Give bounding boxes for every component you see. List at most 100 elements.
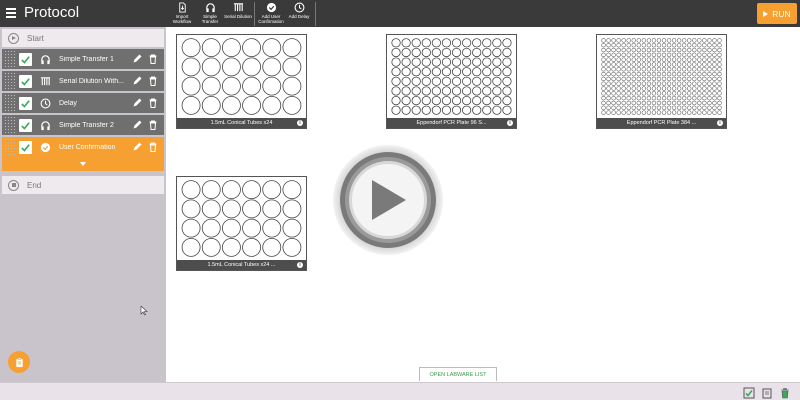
- step-serial-dilution[interactable]: Serial Dilution With...: [2, 71, 164, 91]
- well: [712, 52, 717, 58]
- well: [482, 95, 492, 106]
- labware-card[interactable]: Eppendorf PCR Plate 96 S... i: [386, 34, 517, 129]
- labware-card[interactable]: Eppendorf PCR Plate 384 ... i: [596, 34, 727, 129]
- well: [262, 199, 282, 219]
- add-delay-button[interactable]: Add Delay: [285, 0, 313, 27]
- well: [421, 67, 431, 77]
- trash-icon[interactable]: [148, 120, 158, 131]
- well: [681, 62, 687, 67]
- info-icon[interactable]: i: [297, 120, 303, 126]
- step-delay[interactable]: Delay: [2, 93, 164, 113]
- well: [282, 57, 302, 77]
- well: [282, 237, 302, 257]
- well: [646, 81, 652, 86]
- well: [707, 81, 712, 86]
- well: [431, 86, 441, 96]
- well: [717, 57, 722, 62]
- step-checkbox[interactable]: [19, 140, 32, 154]
- well: [431, 67, 441, 77]
- open-labware-list-button[interactable]: OPEN LABWARE LIST: [419, 367, 497, 381]
- well: [621, 110, 626, 115]
- validate-icon[interactable]: [743, 386, 755, 399]
- step-checkbox[interactable]: [19, 96, 32, 110]
- well: [606, 105, 611, 110]
- delete-icon[interactable]: [779, 386, 791, 399]
- well: [462, 57, 472, 67]
- edit-icon[interactable]: [132, 76, 142, 87]
- well: [651, 95, 657, 101]
- drag-handle-icon[interactable]: [3, 137, 15, 157]
- menu-icon[interactable]: [6, 8, 16, 18]
- labware-card[interactable]: 1.5mL Conical Tubes x24 i: [176, 34, 307, 129]
- step-user-confirmation[interactable]: User Confirmation: [2, 137, 164, 157]
- well: [621, 81, 626, 86]
- trash-icon[interactable]: [148, 54, 158, 65]
- well: [391, 95, 401, 106]
- drag-handle-icon[interactable]: [3, 49, 15, 69]
- well: [702, 105, 707, 110]
- well: [712, 47, 717, 53]
- step-checkbox[interactable]: [19, 74, 32, 88]
- well: [681, 57, 687, 62]
- copy-icon[interactable]: [761, 386, 773, 399]
- well: [671, 52, 677, 58]
- well: [502, 105, 512, 115]
- simple-transfer-button[interactable]: Simple Transfer: [196, 0, 224, 27]
- well: [621, 62, 626, 67]
- import-workflow-button[interactable]: Import Workflow: [168, 0, 196, 27]
- step-checkbox[interactable]: [19, 52, 32, 66]
- add-user-confirmation-button[interactable]: Add User Confirmation: [257, 0, 285, 27]
- well: [411, 76, 421, 86]
- trash-icon[interactable]: [148, 98, 158, 109]
- info-icon[interactable]: i: [507, 120, 513, 126]
- well: [702, 62, 707, 67]
- info-icon[interactable]: i: [297, 262, 303, 268]
- well: [676, 62, 682, 67]
- trash-icon[interactable]: [148, 142, 158, 153]
- end-node[interactable]: End: [2, 176, 164, 194]
- drag-handle-icon[interactable]: [3, 93, 15, 113]
- well: [697, 52, 702, 58]
- edit-icon[interactable]: [132, 120, 142, 131]
- well: [656, 91, 662, 96]
- well: [181, 57, 201, 77]
- well: [606, 57, 611, 62]
- well: [626, 47, 631, 53]
- run-button[interactable]: RUN: [757, 3, 797, 24]
- well: [707, 47, 712, 53]
- well: [687, 110, 692, 115]
- notes-button[interactable]: [8, 351, 30, 373]
- edit-icon[interactable]: [132, 142, 142, 153]
- well: [606, 86, 611, 91]
- well: [611, 105, 616, 110]
- labware-card[interactable]: 1.5mL Conical Tubes x24 ... i: [176, 176, 307, 271]
- expand-step-button[interactable]: [2, 157, 164, 171]
- step-checkbox[interactable]: [19, 118, 32, 132]
- well: [611, 91, 616, 96]
- well: [646, 91, 652, 96]
- well: [611, 110, 616, 115]
- well: [641, 62, 647, 67]
- drag-handle-icon[interactable]: [3, 115, 15, 135]
- well: [181, 76, 201, 96]
- well: [671, 62, 677, 67]
- well: [712, 62, 717, 67]
- well: [411, 57, 421, 67]
- well: [717, 105, 722, 110]
- drag-handle-icon[interactable]: [3, 71, 15, 91]
- well: [666, 62, 672, 67]
- info-icon[interactable]: i: [717, 120, 723, 126]
- well: [482, 86, 492, 96]
- well: [661, 95, 667, 101]
- edit-icon[interactable]: [132, 98, 142, 109]
- well: [676, 95, 682, 101]
- step-simple-transfer-2[interactable]: Simple Transfer 2: [2, 115, 164, 135]
- edit-icon[interactable]: [132, 54, 142, 65]
- step-simple-transfer-1[interactable]: Simple Transfer 1: [2, 49, 164, 69]
- start-node[interactable]: Start: [2, 29, 164, 47]
- clock-icon: [39, 97, 51, 109]
- well: [601, 62, 606, 67]
- well: [601, 86, 606, 91]
- trash-icon[interactable]: [148, 76, 158, 87]
- serial-dilution-button[interactable]: Serial Dilution: [224, 0, 252, 27]
